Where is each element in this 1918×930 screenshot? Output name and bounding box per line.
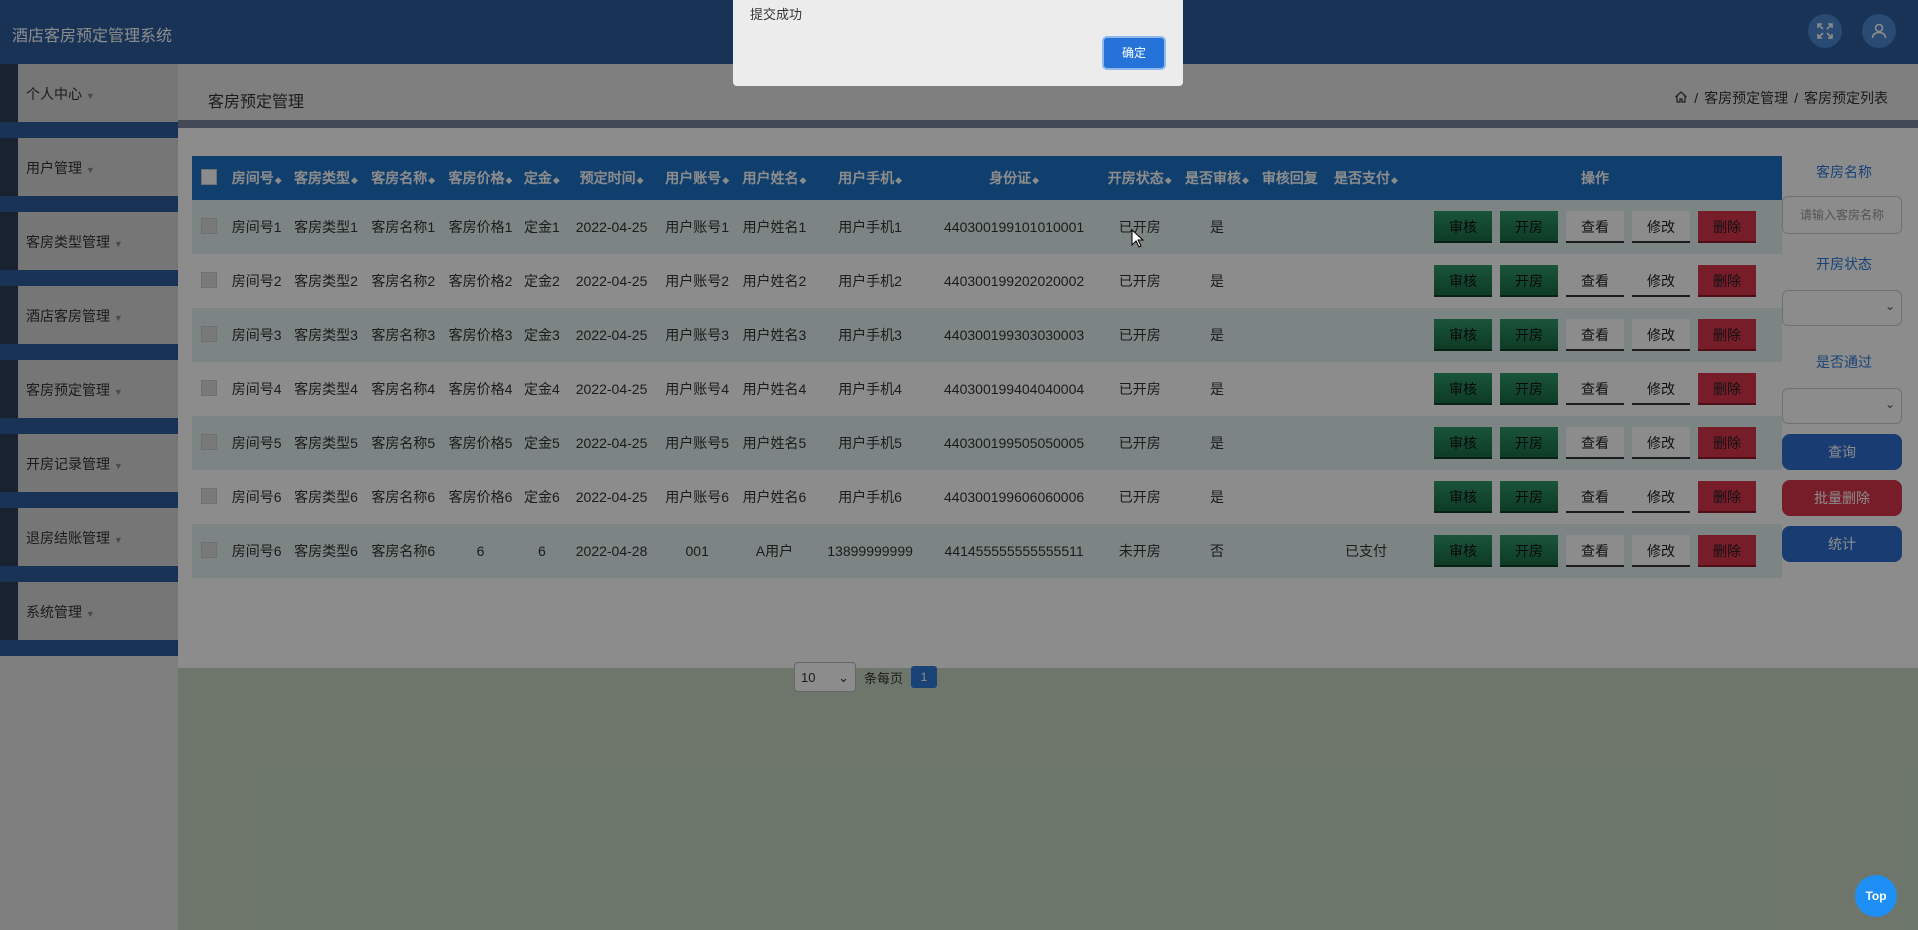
dialog-message: 提交成功	[750, 7, 803, 22]
alert-dialog: 提交成功 确定	[733, 0, 1183, 86]
modal-overlay[interactable]	[0, 0, 1918, 930]
back-to-top-button[interactable]: Top	[1855, 875, 1897, 917]
dialog-confirm-button[interactable]: 确定	[1104, 38, 1164, 68]
cursor-icon	[1131, 228, 1145, 252]
